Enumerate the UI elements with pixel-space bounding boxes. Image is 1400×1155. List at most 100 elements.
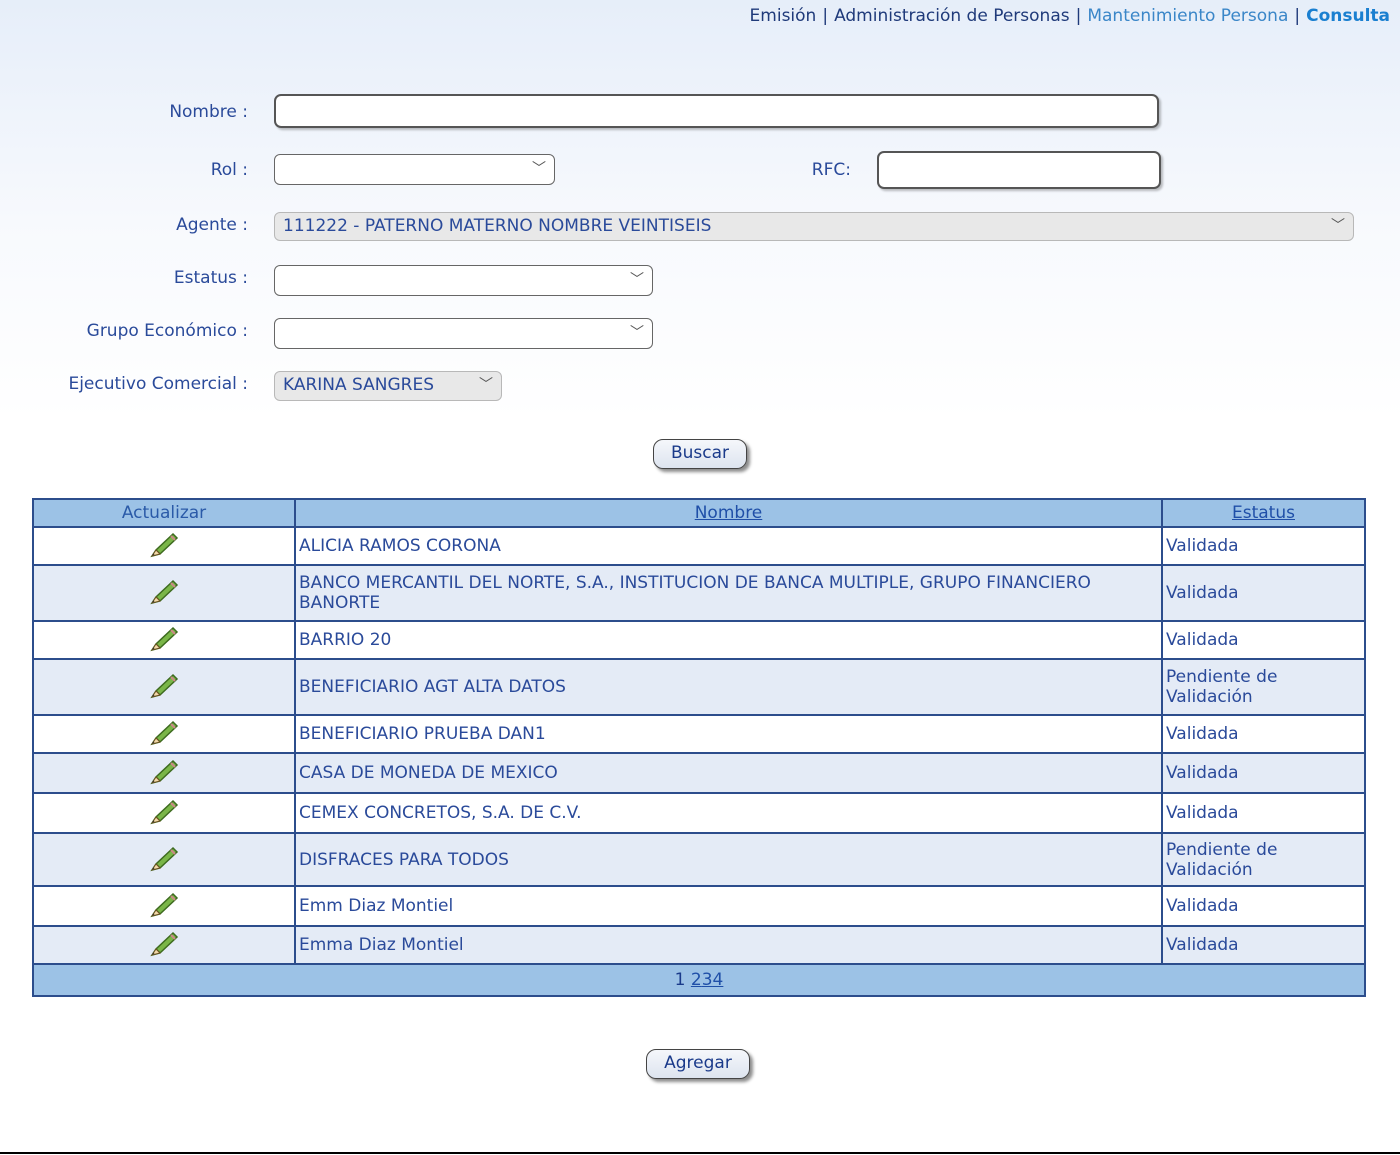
chevron-down-icon: ﹀ (479, 377, 493, 393)
estatus-cell: Validada (1161, 620, 1366, 660)
table-row: Emma Diaz Montiel Validada (32, 925, 1366, 965)
table-row: ALICIA RAMOS CORONA Validada (32, 526, 1366, 566)
actualizar-cell[interactable] (32, 658, 296, 716)
actualizar-cell[interactable] (32, 832, 296, 887)
actualizar-cell[interactable] (32, 526, 296, 566)
agente-label: Agente : (176, 215, 248, 235)
estatus-cell: Validada (1161, 564, 1366, 622)
nombre-cell: DISFRACES PARA TODOS (294, 832, 1163, 887)
pencil-icon (150, 720, 179, 746)
table-row: BENEFICIARIO AGT ALTA DATOS Pendiente de … (32, 658, 1366, 716)
pager: 1 234 (32, 963, 1366, 997)
estatus-select[interactable]: ﹀ (274, 265, 653, 296)
breadcrumb-separator: | (1075, 6, 1082, 26)
rfc-label: RFC: (811, 160, 851, 180)
nombre-cell: BARRIO 20 (294, 620, 1163, 660)
estatus-cell: Validada (1161, 752, 1366, 794)
estatus-cell: Validada (1161, 925, 1366, 965)
buscar-button[interactable]: Buscar (653, 439, 747, 469)
nombre-cell: BANCO MERCANTIL DEL NORTE, S.A., INSTITU… (294, 564, 1163, 622)
pencil-icon (150, 799, 179, 825)
pager-current: 1 (674, 970, 686, 990)
actualizar-cell[interactable] (32, 564, 296, 622)
actualizar-cell[interactable] (32, 925, 296, 965)
pager-link-4[interactable]: 4 (713, 970, 724, 990)
edit-button[interactable] (146, 624, 182, 656)
table-row: BANCO MERCANTIL DEL NORTE, S.A., INSTITU… (32, 564, 1366, 622)
pager-link-3[interactable]: 3 (702, 970, 713, 990)
nombre-cell: CEMEX CONCRETOS, S.A. DE C.V. (294, 792, 1163, 834)
chevron-down-icon: ﹀ (532, 160, 546, 177)
edit-button[interactable] (146, 530, 182, 562)
nombre-label: Nombre : (169, 102, 248, 122)
edit-button[interactable] (146, 890, 182, 922)
table-header-row: Actualizar Nombre Estatus (32, 498, 1366, 528)
nombre-input[interactable] (274, 94, 1159, 128)
estatus-cell: Validada (1161, 714, 1366, 754)
breadcrumb-emision[interactable]: Emisión (750, 6, 817, 26)
actualizar-cell[interactable] (32, 792, 296, 834)
sort-nombre-link[interactable]: Nombre (695, 503, 763, 523)
breadcrumb-mantenimiento[interactable]: Mantenimiento Persona (1087, 6, 1288, 26)
nombre-cell: CASA DE MONEDA DE MEXICO (294, 752, 1163, 794)
breadcrumb: Emisión | Administración de Personas | Mante… (750, 6, 1390, 26)
estatus-cell: Validada (1161, 526, 1366, 566)
estatus-cell: Validada (1161, 792, 1366, 834)
pencil-icon (150, 579, 179, 605)
header-nombre[interactable]: Nombre (294, 498, 1163, 528)
ejecutivo-comercial-select[interactable]: KARINA SANGRES ﹀ (274, 371, 502, 401)
breadcrumb-administracion[interactable]: Administración de Personas (834, 6, 1070, 26)
actualizar-cell[interactable] (32, 714, 296, 754)
edit-button[interactable] (146, 797, 182, 829)
footer-divider (0, 1152, 1400, 1154)
pager-row: 1 234 (32, 963, 1366, 997)
pencil-icon (150, 931, 179, 957)
pencil-icon (150, 626, 179, 652)
agente-selected-value: 111222 - PATERNO MATERNO NOMBRE VEINTISE… (283, 216, 712, 236)
header-estatus[interactable]: Estatus (1161, 498, 1366, 528)
edit-button[interactable] (146, 929, 182, 961)
rfc-input[interactable] (877, 151, 1161, 189)
table-row: DISFRACES PARA TODOS Pendiente de Validac… (32, 832, 1366, 887)
pencil-icon (150, 532, 179, 558)
header-actualizar: Actualizar (32, 498, 296, 528)
nombre-cell: ALICIA RAMOS CORONA (294, 526, 1163, 566)
pager-link-2[interactable]: 2 (691, 970, 702, 990)
estatus-label: Estatus : (173, 268, 248, 288)
table-row: BARRIO 20 Validada (32, 620, 1366, 660)
sort-estatus-link[interactable]: Estatus (1232, 503, 1295, 523)
nombre-cell: Emma Diaz Montiel (294, 925, 1163, 965)
pencil-icon (150, 759, 179, 785)
pencil-icon (150, 892, 179, 918)
table-row: CEMEX CONCRETOS, S.A. DE C.V. Validada (32, 792, 1366, 834)
nombre-cell: Emm Diaz Montiel (294, 885, 1163, 927)
results-table: Actualizar Nombre Estatus ALICIA RAMOS C… (32, 498, 1366, 997)
actualizar-cell[interactable] (32, 752, 296, 794)
estatus-cell: Pendiente de Validación (1161, 832, 1366, 887)
edit-button[interactable] (146, 844, 182, 876)
table-row: BENEFICIARIO PRUEBA DAN1 Validada (32, 714, 1366, 754)
actualizar-cell[interactable] (32, 620, 296, 660)
rol-select[interactable]: ﹀ (274, 154, 555, 185)
chevron-down-icon: ﹀ (1331, 217, 1345, 234)
pencil-icon (150, 846, 179, 871)
edit-button[interactable] (146, 577, 182, 609)
agente-select[interactable]: 111222 - PATERNO MATERNO NOMBRE VEINTISE… (274, 212, 1354, 241)
edit-button[interactable] (146, 757, 182, 789)
table-row: Emm Diaz Montiel Validada (32, 885, 1366, 927)
nombre-cell: BENEFICIARIO AGT ALTA DATOS (294, 658, 1163, 716)
ejecutivo-comercial-label: Ejecutivo Comercial : (68, 374, 248, 394)
edit-button[interactable] (146, 718, 182, 750)
breadcrumb-separator: | (1294, 6, 1301, 26)
nombre-cell: BENEFICIARIO PRUEBA DAN1 (294, 714, 1163, 754)
ejecutivo-selected-value: KARINA SANGRES (283, 375, 435, 395)
chevron-down-icon: ﹀ (630, 324, 644, 341)
grupo-economico-label: Grupo Económico : (86, 321, 248, 341)
table-row: CASA DE MONEDA DE MEXICO Validada (32, 752, 1366, 794)
actualizar-cell[interactable] (32, 885, 296, 927)
grupo-economico-select[interactable]: ﹀ (274, 318, 653, 349)
agregar-button[interactable]: Agregar (646, 1049, 750, 1079)
breadcrumb-consulta: Consulta (1306, 6, 1390, 26)
edit-button[interactable] (146, 671, 182, 703)
chevron-down-icon: ﹀ (630, 271, 644, 288)
